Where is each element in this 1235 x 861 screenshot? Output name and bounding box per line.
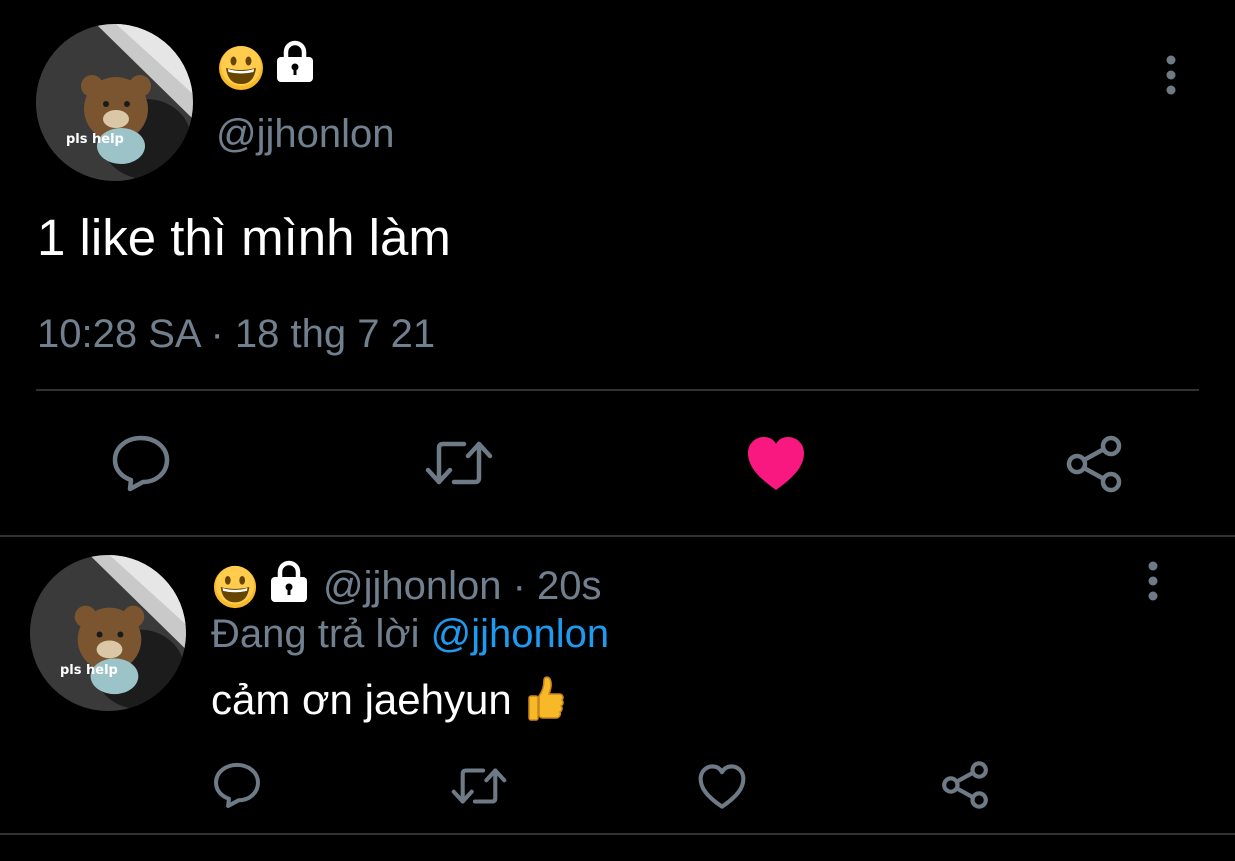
replying-to-label: Đang trả lời xyxy=(211,612,420,656)
retweet-button[interactable] xyxy=(424,436,494,490)
avatar-caption: pls help xyxy=(66,132,124,147)
reply-icon xyxy=(214,762,260,808)
share-icon xyxy=(1066,435,1122,493)
tweet-text: 1 like thì mình làm xyxy=(37,209,451,266)
tweet-separator xyxy=(0,833,1235,835)
share-button[interactable] xyxy=(940,760,990,810)
lock-icon xyxy=(274,40,316,82)
reply-text-line: cảm ơn jaehyun xyxy=(211,675,565,725)
like-button[interactable] xyxy=(697,764,747,810)
avatar[interactable]: pls help xyxy=(36,24,193,181)
share-icon xyxy=(942,761,988,809)
reply-button[interactable] xyxy=(212,760,262,810)
more-options-icon[interactable] xyxy=(1142,560,1164,604)
share-button[interactable] xyxy=(1064,434,1124,494)
like-icon xyxy=(698,764,746,809)
lock-icon xyxy=(268,560,310,602)
retweet-icon xyxy=(425,441,493,485)
replying-to-line: Đang trả lời @jjhonlon xyxy=(211,611,609,657)
avatar-caption: pls help xyxy=(60,663,118,678)
like-button[interactable] xyxy=(746,436,806,492)
more-options-icon[interactable] xyxy=(1160,54,1182,98)
divider xyxy=(36,389,1199,391)
tweet-timestamp[interactable]: 10:28 SA · 18 thg 7 21 xyxy=(37,310,435,358)
reply-icon xyxy=(112,435,170,492)
retweet-button[interactable] xyxy=(450,764,508,808)
thumbs-up-emoji-icon xyxy=(527,676,565,724)
grinning-face-emoji-icon xyxy=(217,44,265,92)
grinning-face-emoji-icon xyxy=(211,564,259,610)
user-handle-time[interactable]: @jjhonlon · 20s xyxy=(323,563,602,609)
retweet-icon xyxy=(451,768,507,804)
reply-button[interactable] xyxy=(110,432,172,494)
like-icon-filled xyxy=(748,437,804,490)
reply-text: cảm ơn jaehyun xyxy=(211,676,512,723)
avatar[interactable]: pls help xyxy=(30,555,186,711)
tweet-separator xyxy=(0,535,1235,537)
user-handle[interactable]: @jjhonlon xyxy=(216,110,395,158)
replying-to-mention[interactable]: @jjhonlon xyxy=(431,612,610,656)
